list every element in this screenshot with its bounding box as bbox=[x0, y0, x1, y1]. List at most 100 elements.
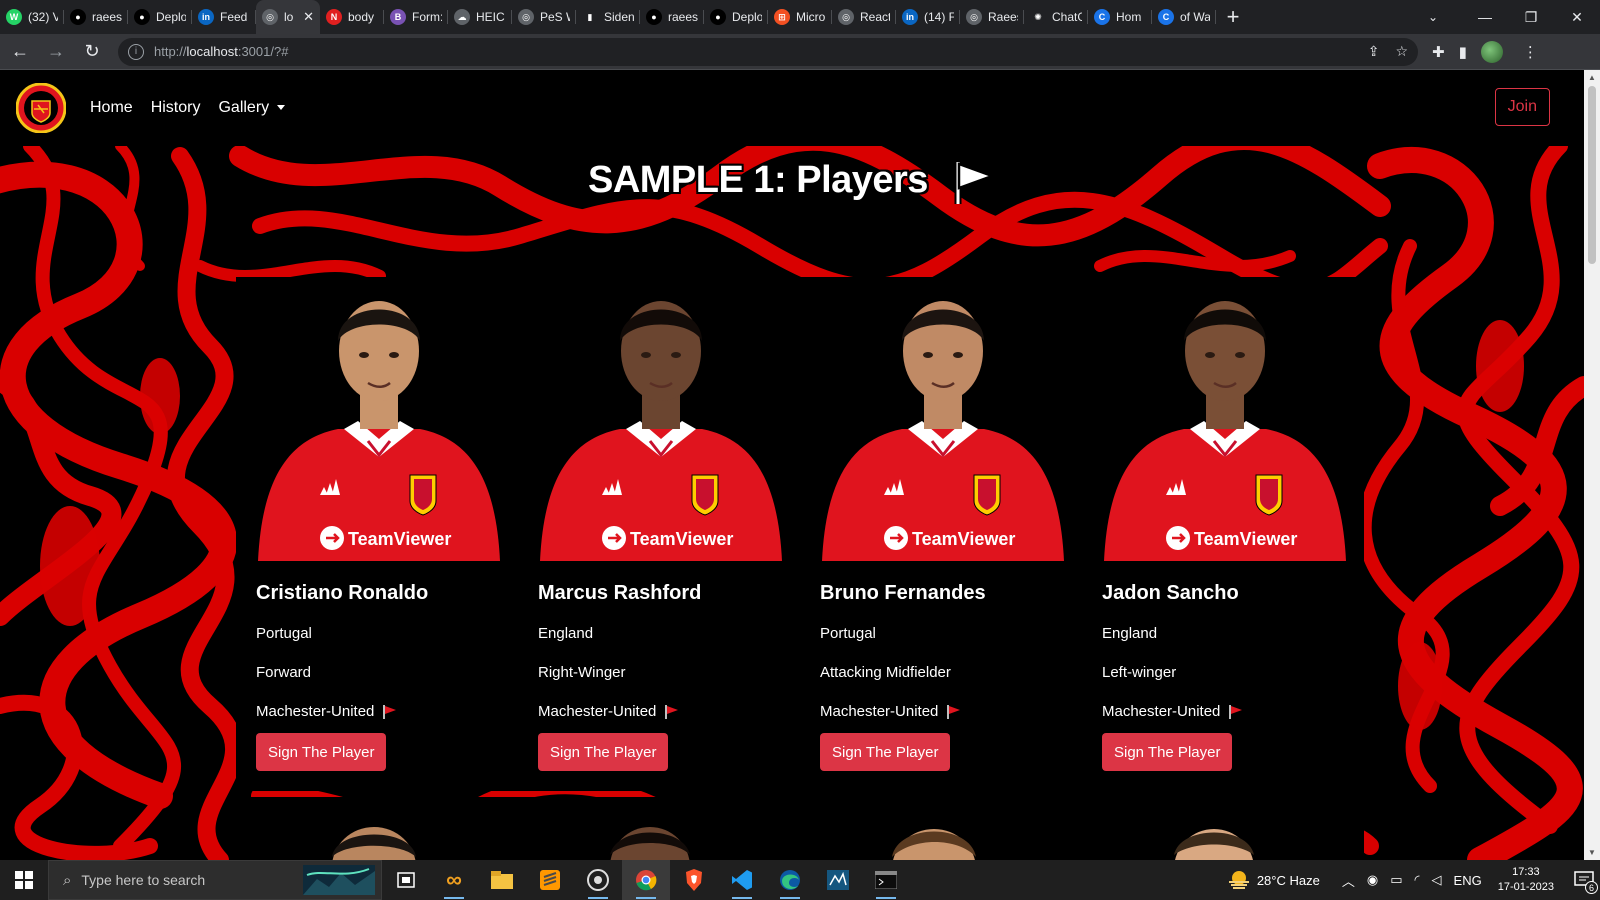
browser-tab[interactable]: ● raees bbox=[640, 0, 704, 34]
tab-search-icon[interactable]: ⌄ bbox=[1416, 0, 1450, 34]
second-row-player-heads bbox=[332, 827, 1254, 860]
browser-tab-title: Form: bbox=[412, 10, 442, 24]
terminal-icon[interactable] bbox=[862, 860, 910, 900]
weather-widget[interactable]: 28°C Haze bbox=[1227, 870, 1320, 890]
browser-tab[interactable]: ◎ React bbox=[832, 0, 896, 34]
sign-player-button[interactable]: Sign The Player bbox=[820, 733, 951, 771]
extensions-puzzle-icon[interactable]: ✚ bbox=[1432, 43, 1445, 61]
url-path: :3001/?# bbox=[237, 44, 289, 59]
battery-icon[interactable]: ▭ bbox=[1390, 872, 1402, 888]
sublime-text-icon[interactable] bbox=[526, 860, 574, 900]
browser-tab[interactable]: B Form: bbox=[384, 0, 448, 34]
player-card: TeamViewer Bruno Fernandes Portugal Attacki… bbox=[800, 277, 1082, 791]
player-name: Cristiano Ronaldo bbox=[256, 582, 429, 604]
player-position: Forward bbox=[256, 664, 312, 681]
meet-now-icon[interactable]: ◉ bbox=[1367, 872, 1378, 888]
nav-gallery-label: Gallery bbox=[218, 99, 270, 116]
browser-tab[interactable]: ⊞ Micro bbox=[768, 0, 832, 34]
restore-icon[interactable]: ❐ bbox=[1508, 0, 1554, 34]
menu-kebab-icon[interactable]: ⋮ bbox=[1523, 43, 1538, 61]
player-club-name: Machester-United bbox=[820, 703, 939, 720]
teamviewer-sponsor-text: TeamViewer bbox=[1194, 529, 1297, 549]
github-icon: ● bbox=[134, 9, 150, 25]
share-icon[interactable]: ⇪ bbox=[1368, 43, 1380, 60]
file-explorer-icon[interactable] bbox=[478, 860, 526, 900]
edge-browser-icon[interactable] bbox=[766, 860, 814, 900]
chrome-taskbar-icon[interactable] bbox=[622, 860, 670, 900]
scrollbar-thumb[interactable] bbox=[1588, 86, 1596, 264]
browser-tab-title: HEIC bbox=[476, 10, 505, 24]
windows-start-icon[interactable] bbox=[0, 860, 48, 900]
browser-tab[interactable]: ◎ Raees bbox=[960, 0, 1024, 34]
browser-tab[interactable]: ✺ ChatG bbox=[1024, 0, 1088, 34]
browser-tab[interactable]: C Hom bbox=[1088, 0, 1152, 34]
language-indicator[interactable]: ENG bbox=[1454, 873, 1482, 888]
browser-tab[interactable]: ▮ Siden bbox=[576, 0, 640, 34]
show-hidden-icons-chevron-icon[interactable]: ︿ bbox=[1342, 871, 1355, 890]
infinity-app-icon[interactable]: ∞ bbox=[430, 860, 478, 900]
browser-tab[interactable]: Nbody bbox=[320, 0, 384, 34]
address-bar[interactable]: i http://localhost:3001/?# ⇪ ☆ bbox=[118, 37, 1418, 66]
clock[interactable]: 17:33 17-01-2023 bbox=[1498, 865, 1554, 895]
page-scrollbar[interactable]: ▲ ▼ bbox=[1584, 70, 1600, 860]
player-position: Attacking Midfielder bbox=[820, 664, 951, 681]
taskbar-search-box[interactable]: ⌕ Type here to search bbox=[48, 860, 382, 900]
sign-player-button[interactable]: Sign The Player bbox=[256, 733, 387, 771]
side-panel-icon[interactable]: ▮ bbox=[1459, 43, 1467, 61]
browser-tab-title: of Wa bbox=[1180, 10, 1210, 24]
brave-browser-icon[interactable] bbox=[670, 860, 718, 900]
teamviewer-sponsor-text: TeamViewer bbox=[348, 529, 451, 549]
browser-tab[interactable]: ☁ HEIC bbox=[448, 0, 512, 34]
browser-tab[interactable]: in Feed bbox=[192, 0, 256, 34]
player-club-name: Machester-United bbox=[538, 703, 657, 720]
site-info-icon[interactable]: i bbox=[128, 43, 144, 60]
forward-arrow-icon[interactable]: → bbox=[40, 36, 72, 68]
close-window-icon[interactable]: ✕ bbox=[1554, 0, 1600, 34]
system-tray: 28°C Haze ︿ ◉ ▭ ◜ ◁ ENG 17:33 17-01-2023… bbox=[1227, 860, 1600, 900]
browser-tab[interactable]: in (14) F bbox=[896, 0, 960, 34]
mysql-workbench-icon[interactable] bbox=[814, 860, 862, 900]
task-view-icon[interactable] bbox=[382, 860, 430, 900]
player-nationality: Portugal bbox=[256, 625, 312, 642]
notification-center-icon[interactable]: 6 bbox=[1568, 860, 1600, 900]
browser-tab[interactable]: Cof Wa bbox=[1152, 0, 1216, 34]
wifi-icon[interactable]: ◜ bbox=[1415, 872, 1420, 888]
profile-avatar[interactable] bbox=[1480, 40, 1503, 63]
player-name: Marcus Rashford bbox=[538, 582, 702, 604]
browser-tab[interactable]: ● Deplo bbox=[704, 0, 768, 34]
reload-icon[interactable]: ↻ bbox=[76, 36, 108, 68]
browser-tab[interactable]: ◎ lo ✕ bbox=[256, 0, 320, 34]
minimize-icon[interactable]: — bbox=[1462, 0, 1508, 34]
nav-gallery-dropdown[interactable]: Gallery bbox=[218, 99, 286, 117]
browser-tab[interactable]: W (32) V bbox=[0, 0, 64, 34]
tab-close-icon[interactable]: ✕ bbox=[303, 9, 314, 25]
cloud-icon: ☁ bbox=[454, 9, 470, 25]
pdf-icon: N bbox=[326, 9, 342, 25]
player-name: Jadon Sancho bbox=[1102, 582, 1239, 604]
caret-down-icon bbox=[277, 105, 286, 111]
vscode-icon[interactable] bbox=[718, 860, 766, 900]
globe-icon: ◎ bbox=[966, 9, 982, 25]
join-button[interactable]: Join bbox=[1494, 88, 1550, 126]
nav-history-link[interactable]: History bbox=[151, 99, 201, 117]
microsoft-icon: ⊞ bbox=[774, 9, 790, 25]
bookmark-star-icon[interactable]: ☆ bbox=[1395, 43, 1408, 60]
volume-icon[interactable]: ◁ bbox=[1432, 872, 1442, 888]
scroll-down-arrow-icon[interactable]: ▼ bbox=[1588, 848, 1596, 857]
teamviewer-sponsor-text: TeamViewer bbox=[630, 529, 733, 549]
sign-player-button[interactable]: Sign The Player bbox=[538, 733, 669, 771]
browser-tab-title: PeS W bbox=[540, 10, 570, 24]
browser-tab[interactable]: ● raees bbox=[64, 0, 128, 34]
player-club-name: Machester-United bbox=[1102, 703, 1221, 720]
players-panel: TeamViewer Cristiano Ronaldo Portugal Forwa… bbox=[236, 277, 1364, 791]
scroll-up-arrow-icon[interactable]: ▲ bbox=[1588, 73, 1596, 82]
browser-tab[interactable]: ● Deplo bbox=[128, 0, 192, 34]
sign-player-button[interactable]: Sign The Player bbox=[1102, 733, 1233, 771]
back-arrow-icon[interactable]: ← bbox=[4, 36, 36, 68]
new-tab-plus-icon[interactable]: + bbox=[1216, 0, 1250, 34]
player-club: Machester-United bbox=[538, 703, 680, 720]
nav-home-link[interactable]: Home bbox=[90, 99, 133, 117]
man-utd-crest-logo[interactable] bbox=[16, 83, 66, 133]
obs-studio-icon[interactable] bbox=[574, 860, 622, 900]
browser-tab[interactable]: ◎ PeS W bbox=[512, 0, 576, 34]
